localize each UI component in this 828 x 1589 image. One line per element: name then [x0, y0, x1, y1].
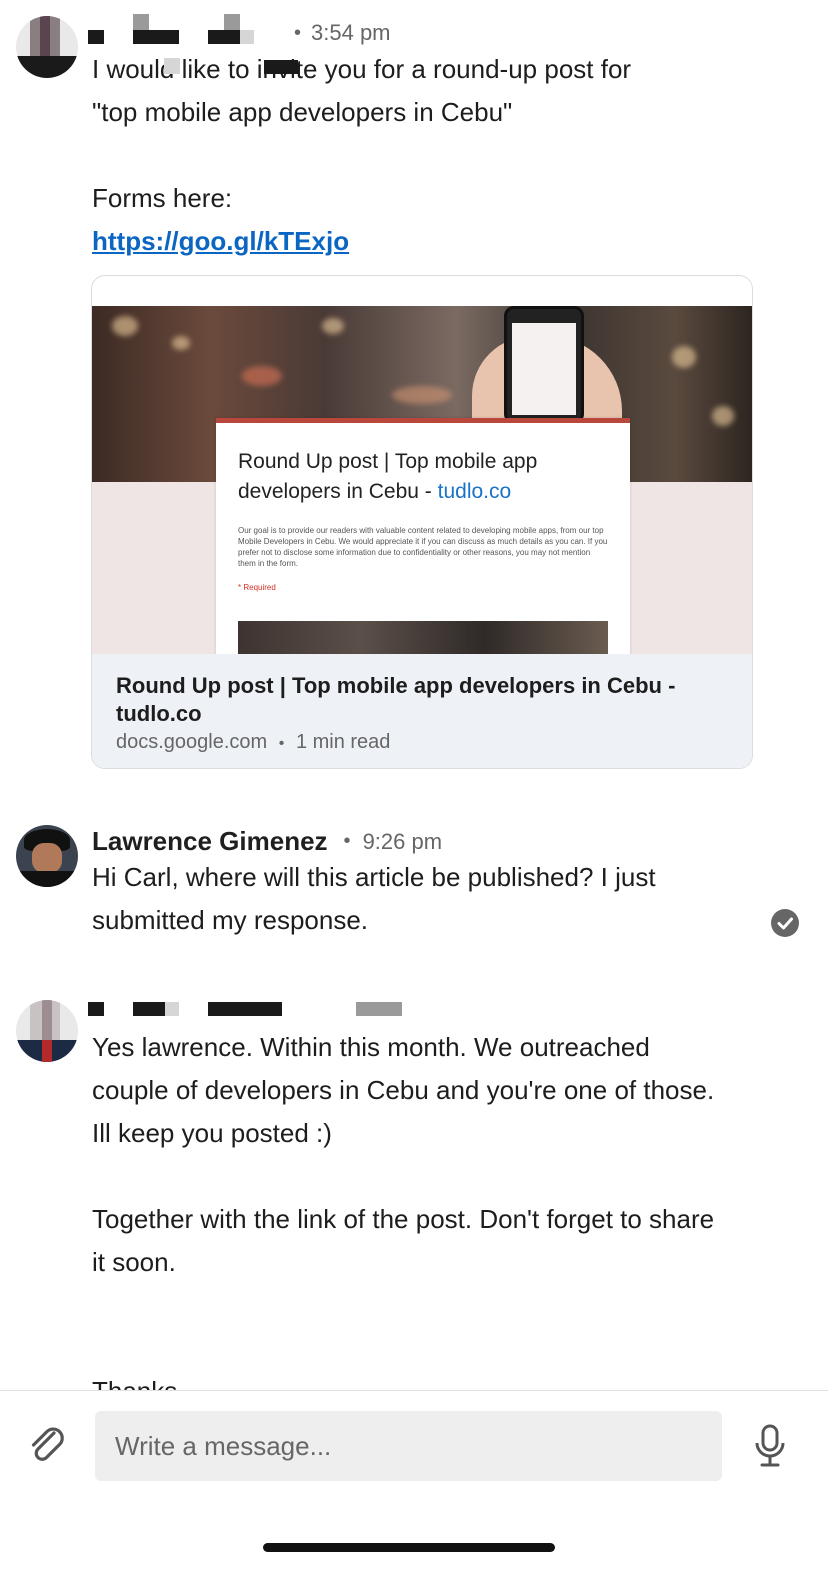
message-thread[interactable]: • 3:54 pm I would like to invite you for…	[0, 0, 828, 1410]
link-preview-card[interactable]: Round Up post | Top mobile app developer…	[91, 275, 753, 769]
form-preview-document: Round Up post | Top mobile app developer…	[216, 418, 630, 654]
form-link[interactable]: https://goo.gl/kTExjo	[92, 220, 742, 263]
message-composer	[0, 1390, 828, 1589]
message-time: 3:54 pm	[311, 20, 391, 45]
avatar-lawrence[interactable]	[16, 825, 78, 887]
message-body-1: I would like to invite you for a round-u…	[92, 48, 742, 263]
meta-separator: •	[343, 830, 351, 852]
form-preview-required: * Required	[238, 583, 276, 592]
message-paragraph: Yes lawrence. Within this month. We outr…	[92, 1032, 715, 1148]
paperclip-icon[interactable]	[24, 1421, 70, 1467]
message-paragraph: Together with the link of the post. Don'…	[92, 1204, 715, 1277]
check-circle-icon	[771, 909, 799, 937]
message-meta-1: • 3:54 pm	[294, 20, 391, 46]
message-line: I would like to invite you for a round-u…	[92, 54, 632, 84]
message-body-2: Hi Carl, where will this article be publ…	[92, 862, 656, 935]
message-meta-2: Lawrence Gimenez • 9:26 pm	[92, 826, 442, 857]
sender-name[interactable]: Lawrence Gimenez	[92, 826, 328, 857]
sender-name-redacted	[88, 1002, 104, 1016]
message-line: "top mobile app developers in Cebu"	[92, 97, 513, 127]
meta-separator: •	[278, 735, 285, 752]
sender-name-redacted	[133, 30, 179, 44]
sender-name-redacted	[88, 30, 104, 44]
microphone-icon[interactable]	[752, 1423, 788, 1469]
message-line: Forms here:	[92, 183, 233, 213]
avatar-sender-3[interactable]	[16, 1000, 78, 1062]
meta-separator: •	[294, 21, 302, 44]
link-preview-image: Round Up post | Top mobile app developer…	[92, 306, 752, 654]
link-preview-read-time: 1 min read	[295, 731, 391, 753]
link-preview-domain: docs.google.com	[116, 731, 268, 753]
phone-image	[504, 306, 584, 424]
message-group-1: • 3:54 pm I would like to invite you for…	[0, 0, 828, 780]
message-time: 9:26 pm	[362, 828, 443, 854]
message-body-3: Yes lawrence. Within this month. We outr…	[92, 1026, 732, 1410]
link-preview-title: Round Up post | Top mobile app developer…	[116, 673, 676, 726]
message-group-3: Yes lawrence. Within this month. We outr…	[0, 990, 828, 1410]
link-preview-meta: docs.google.com • 1 min read	[116, 731, 730, 754]
form-preview-title: Round Up post | Top mobile app developer…	[238, 450, 538, 503]
home-indicator	[263, 1543, 555, 1552]
form-preview-description: Our goal is to provide our readers with …	[238, 526, 608, 568]
message-group-2: Lawrence Gimenez • 9:26 pm Hi Carl, wher…	[0, 800, 828, 960]
avatar-sender-1[interactable]	[16, 16, 78, 78]
link-preview-footer: Round Up post | Top mobile app developer…	[92, 654, 752, 768]
form-preview-photo	[238, 621, 608, 654]
message-input[interactable]	[95, 1411, 722, 1481]
